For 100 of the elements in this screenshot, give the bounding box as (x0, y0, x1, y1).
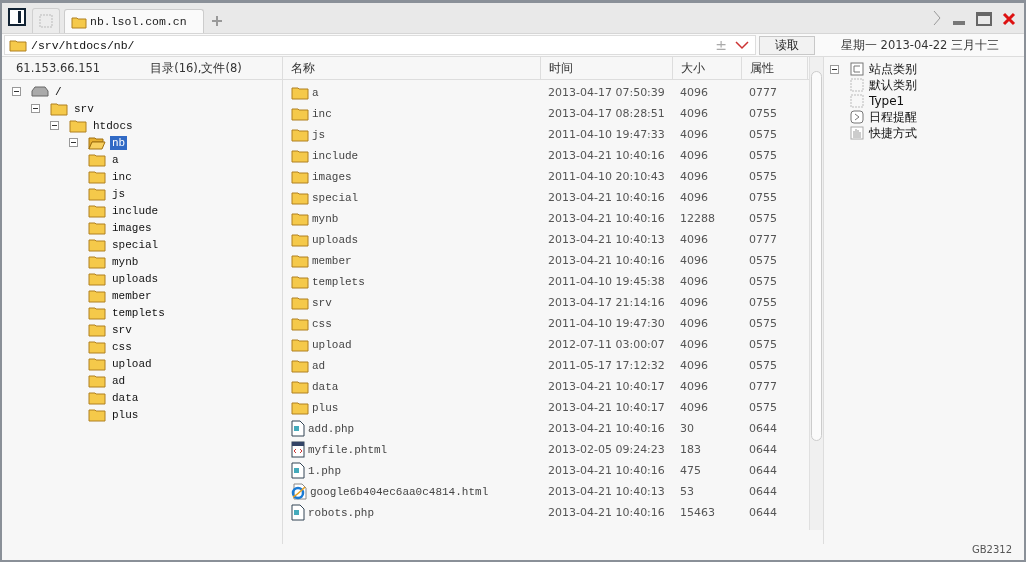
file-name[interactable]: css (312, 317, 332, 330)
modified-time: 2013-04-17 08:28:51 (547, 107, 666, 120)
dashed-square-icon (850, 94, 864, 108)
tree-item[interactable]: css (110, 339, 134, 354)
file-name[interactable]: upload (312, 338, 352, 351)
tree-item[interactable]: ad (110, 373, 128, 388)
scrollbar[interactable] (809, 57, 823, 530)
file-name[interactable]: images (312, 170, 352, 183)
tree-item[interactable]: js (110, 186, 128, 201)
file-size: 4096 (679, 338, 709, 351)
maximize-icon[interactable] (976, 12, 992, 26)
folder-icon (291, 316, 309, 331)
file-name[interactable]: include (312, 149, 359, 162)
file-size: 4096 (679, 359, 709, 372)
path-field[interactable]: /srv/htdocs/nb/ ± (4, 35, 756, 55)
file-name[interactable]: add.php (308, 422, 355, 435)
modified-time: 2013-04-17 21:14:16 (547, 296, 666, 309)
folder-icon (88, 373, 106, 388)
column-header[interactable]: 时间 (541, 57, 673, 79)
file-permissions: 0575 (748, 254, 778, 267)
tree-item[interactable]: member (110, 288, 154, 303)
collapse-toggle[interactable] (31, 104, 40, 113)
folder-icon (291, 211, 309, 226)
file-icon (291, 420, 305, 437)
column-header[interactable]: 属性 (742, 57, 808, 79)
tree-item[interactable]: srv (72, 101, 96, 116)
encoding-label: GB2312 (971, 544, 1012, 557)
folder-icon (88, 356, 106, 371)
tree-item[interactable]: mynb (110, 254, 141, 269)
sidebar-toggle-icon[interactable] (8, 8, 26, 26)
collapse-toggle[interactable] (830, 64, 839, 74)
column-header[interactable]: 名称 (283, 57, 541, 79)
modified-time: 2011-04-10 19:47:33 (547, 128, 666, 141)
sidebar-item[interactable]: 站点类别 (869, 60, 917, 78)
file-permissions: 0644 (748, 422, 778, 435)
folder-icon (291, 337, 309, 352)
folder-icon (88, 135, 106, 150)
file-name[interactable]: robots.php (308, 506, 374, 519)
file-name[interactable]: member (312, 254, 352, 267)
tree-item[interactable]: a (110, 152, 121, 167)
file-name[interactable]: special (312, 191, 359, 204)
sidebar-item[interactable]: 日程提醒 (869, 108, 917, 126)
folder-icon (71, 14, 87, 29)
file-permissions: 0575 (748, 338, 778, 351)
modified-time: 2013-04-21 10:40:16 (547, 254, 666, 267)
tree-item[interactable]: / (53, 84, 64, 99)
file-name[interactable]: plus (312, 401, 339, 414)
sidebar-item[interactable]: 快捷方式 (869, 124, 917, 142)
file-name[interactable]: mynb (312, 212, 339, 225)
folder-icon (88, 237, 106, 252)
tree-item[interactable]: upload (110, 356, 154, 371)
file-size: 4096 (679, 275, 709, 288)
tree-item[interactable]: htdocs (91, 118, 135, 133)
file-name[interactable]: srv (312, 296, 332, 309)
tree-item[interactable]: special (110, 237, 161, 252)
folder-icon (291, 379, 309, 394)
folder-icon (291, 295, 309, 310)
file-name[interactable]: 1.php (308, 464, 341, 477)
collapse-toggle[interactable] (12, 87, 21, 96)
tree-item[interactable]: templets (110, 305, 167, 320)
item-count: 目录(16),文件(8) (150, 60, 242, 76)
folder-icon (88, 152, 106, 167)
close-icon[interactable] (1002, 12, 1016, 26)
file-name[interactable]: templets (312, 275, 365, 288)
file-permissions: 0777 (748, 233, 778, 246)
file-permissions: 0575 (748, 128, 778, 141)
folder-icon (291, 85, 309, 100)
tree-item[interactable]: plus (110, 407, 141, 422)
file-size: 4096 (679, 191, 709, 204)
folder-icon (88, 407, 106, 422)
read-button[interactable]: 读取 (759, 35, 815, 55)
tree-item[interactable]: images (110, 220, 154, 235)
file-name[interactable]: google6b404ec6aa0c4814.html (310, 485, 489, 498)
tree-item[interactable]: include (110, 203, 161, 218)
folder-icon (291, 400, 309, 415)
sidebar-item[interactable]: 默认类别 (869, 76, 917, 94)
drive-icon (31, 85, 49, 98)
sidebar-item[interactable]: Type1 (869, 94, 905, 108)
file-permissions: 0644 (748, 443, 778, 456)
tree-item[interactable]: srv (110, 322, 134, 337)
folder-icon (291, 106, 309, 121)
dropdown-caret-icon[interactable] (735, 40, 749, 50)
tree-item[interactable]: data (110, 390, 141, 405)
file-name[interactable]: myfile.phtml (308, 443, 388, 456)
browser-tab[interactable]: nb.lsol.com.cn (64, 9, 204, 33)
file-name[interactable]: inc (312, 107, 332, 120)
file-name[interactable]: ad (312, 359, 326, 372)
folder-icon (291, 169, 309, 184)
tree-item[interactable]: nb (110, 135, 128, 150)
modified-time: 2011-04-10 20:10:43 (547, 170, 666, 183)
file-name[interactable]: a (312, 86, 319, 99)
modified-time: 2013-04-21 10:40:17 (547, 401, 666, 414)
column-header[interactable]: 大小 (673, 57, 742, 79)
file-name[interactable]: uploads (312, 233, 359, 246)
file-name[interactable]: js (312, 128, 326, 141)
collapse-toggle[interactable] (50, 121, 59, 130)
collapse-toggle[interactable] (69, 138, 78, 147)
file-name[interactable]: data (312, 380, 339, 393)
tree-item[interactable]: uploads (110, 271, 161, 286)
tree-item[interactable]: inc (110, 169, 134, 184)
